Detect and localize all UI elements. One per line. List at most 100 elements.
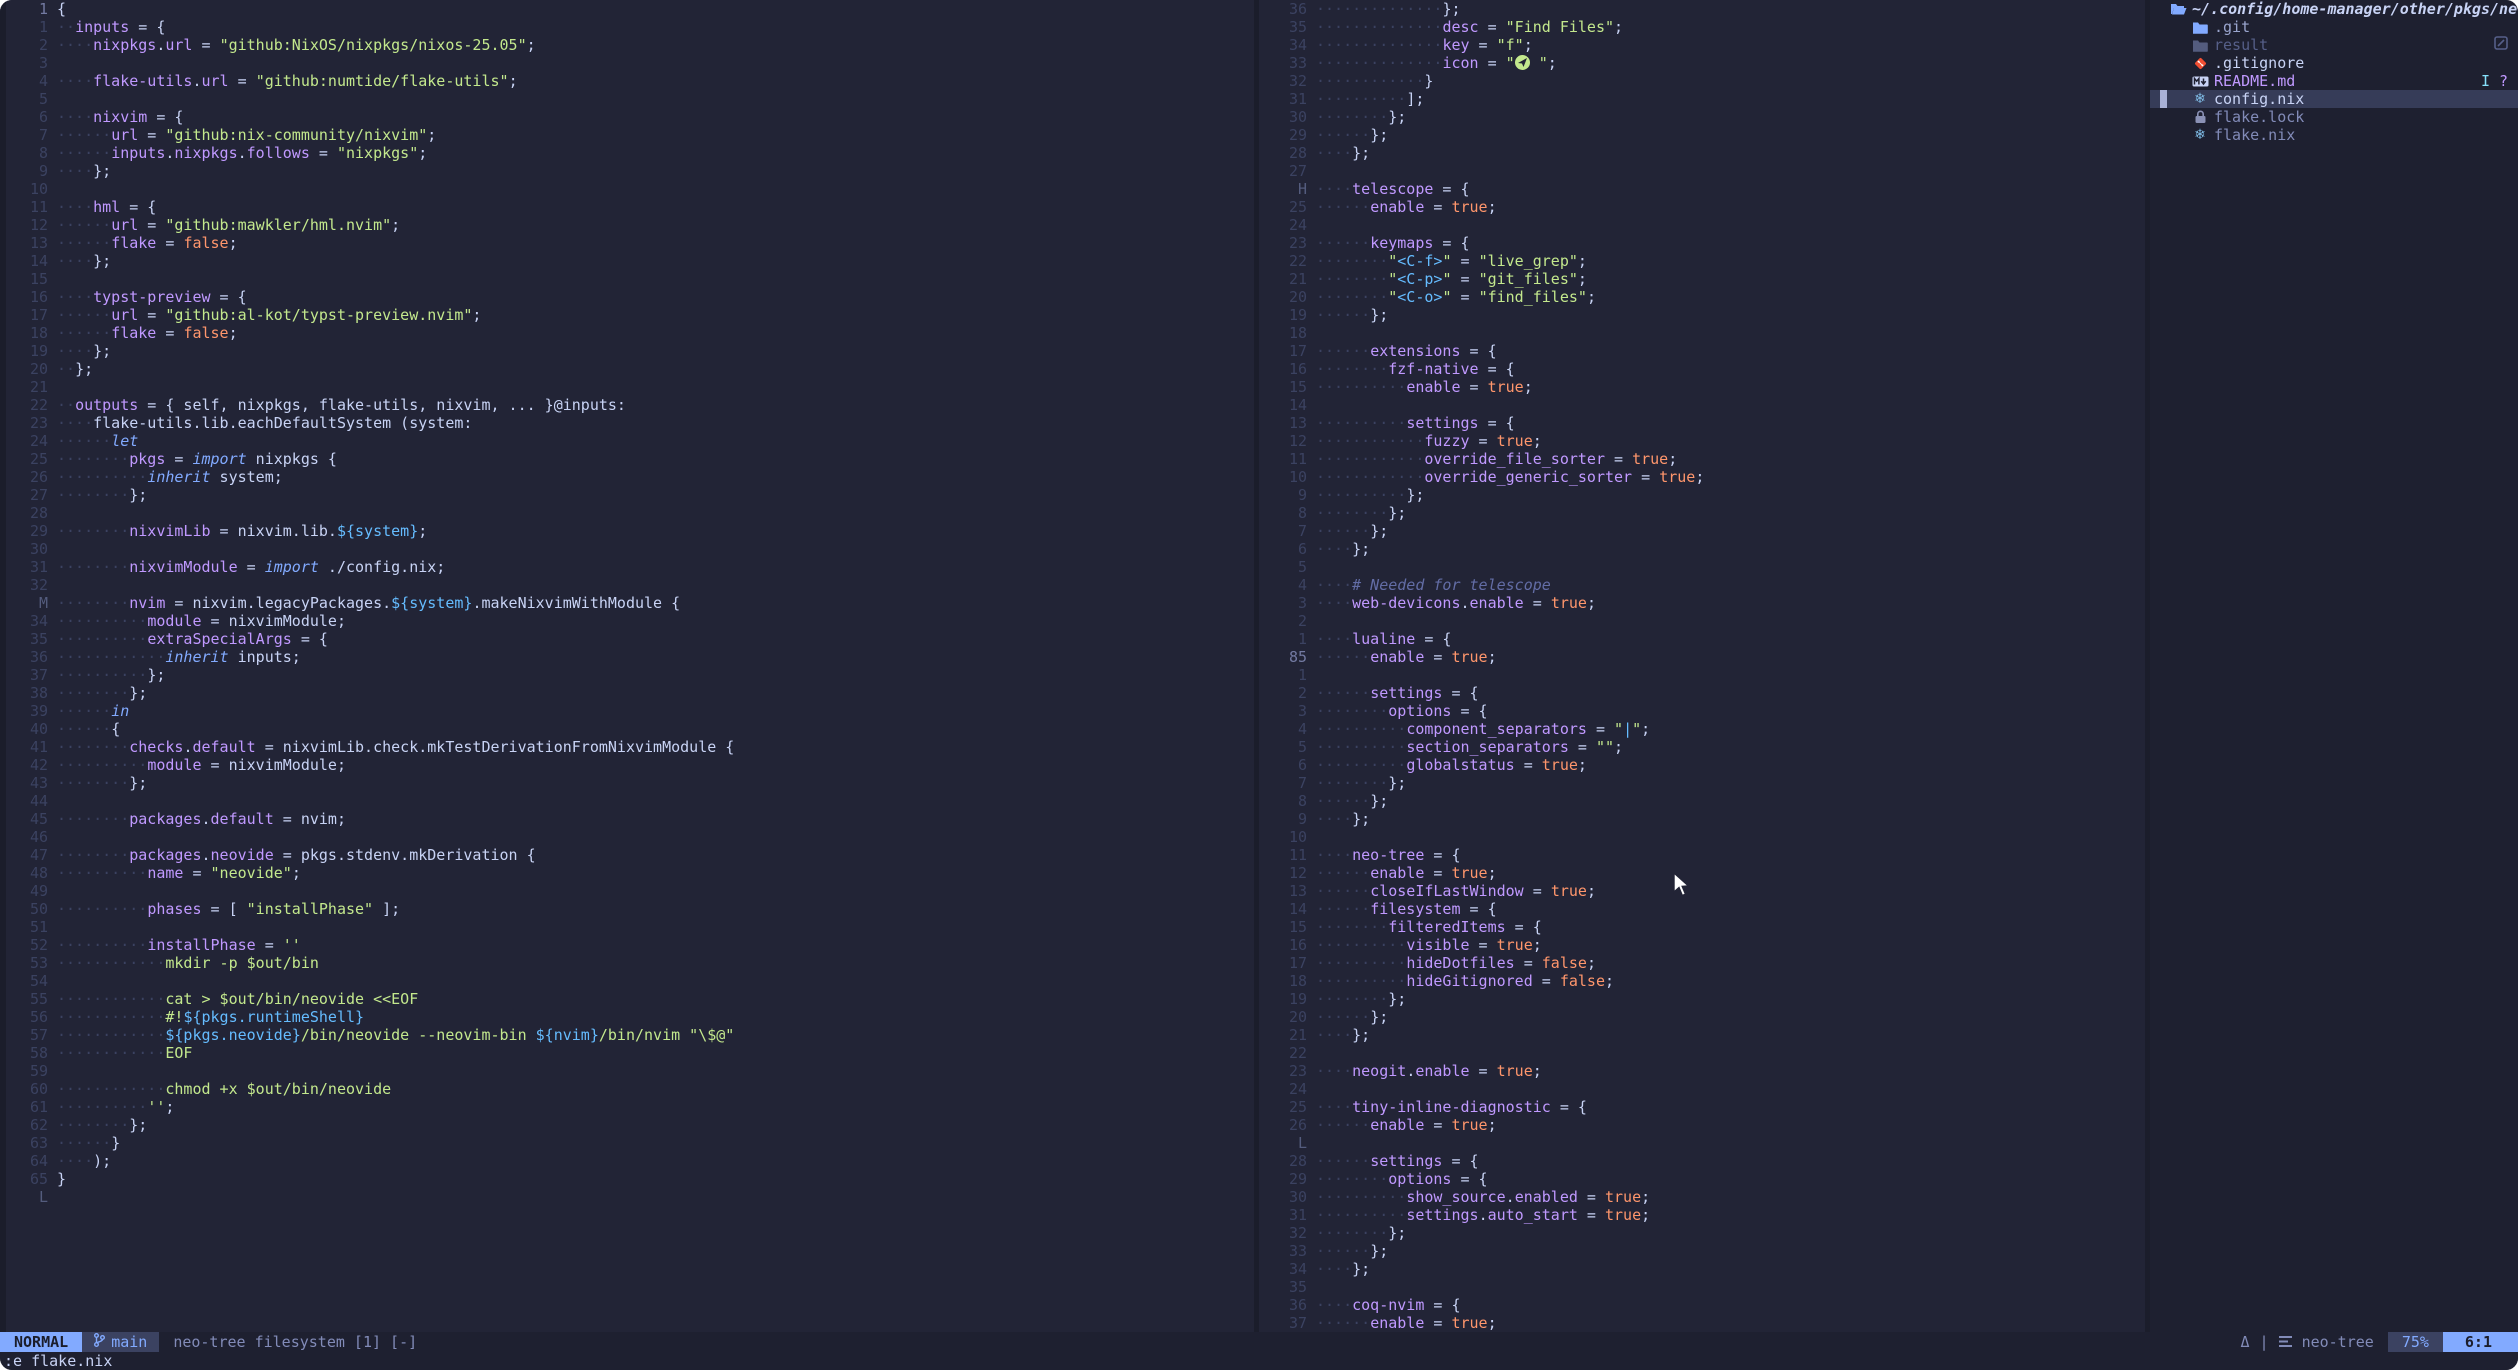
code-line[interactable]: 25········pkgs = import nixpkgs {: [0, 450, 1254, 468]
code-line[interactable]: 32············}: [1259, 72, 2145, 90]
neo-tree-item--git[interactable]: .git: [2150, 18, 2518, 36]
code-line[interactable]: 1····lualine = {: [1259, 630, 2145, 648]
code-line[interactable]: 4····flake-utils.url = "github:numtide/f…: [0, 72, 1254, 90]
code-line[interactable]: 11············override_file_sorter = tru…: [1259, 450, 2145, 468]
code-line[interactable]: 5: [1259, 558, 2145, 576]
code-line[interactable]: 44: [0, 792, 1254, 810]
code-line[interactable]: 17··········hideDotfiles = false;: [1259, 954, 2145, 972]
code-line[interactable]: 3: [0, 54, 1254, 72]
neo-tree-item-readme-md[interactable]: README.mdI?: [2150, 72, 2518, 90]
code-line[interactable]: 56············#!${pkgs.runtimeShell}: [0, 1008, 1254, 1026]
code-line[interactable]: 21········"<C-p>" = "git_files";: [1259, 270, 2145, 288]
code-line[interactable]: 16····typst-preview = {: [0, 288, 1254, 306]
code-line[interactable]: 21: [0, 378, 1254, 396]
code-line[interactable]: 53············mkdir -p $out/bin: [0, 954, 1254, 972]
code-line[interactable]: 45········packages.default = nvim;: [0, 810, 1254, 828]
code-line[interactable]: 62········};: [0, 1116, 1254, 1134]
code-line[interactable]: 15: [0, 270, 1254, 288]
code-line[interactable]: 34····};: [1259, 1260, 2145, 1278]
code-line[interactable]: 36··············};: [1259, 0, 2145, 18]
code-line[interactable]: 51: [0, 918, 1254, 936]
code-line[interactable]: 58············EOF: [0, 1044, 1254, 1062]
code-line[interactable]: 40······{: [0, 720, 1254, 738]
code-line[interactable]: 2: [1259, 612, 2145, 630]
code-line[interactable]: 25····tiny-inline-diagnostic = {: [1259, 1098, 2145, 1116]
code-line[interactable]: 29······};: [1259, 126, 2145, 144]
code-line[interactable]: 52··········installPhase = '': [0, 936, 1254, 954]
code-line[interactable]: 20··};: [0, 360, 1254, 378]
code-line[interactable]: 30········};: [1259, 108, 2145, 126]
code-line[interactable]: 31··········];: [1259, 90, 2145, 108]
code-line[interactable]: 16··········visible = true;: [1259, 936, 2145, 954]
code-line[interactable]: 12······enable = true;: [1259, 864, 2145, 882]
code-line[interactable]: 1{: [0, 0, 1254, 18]
code-line[interactable]: 5··········section_separators = "";: [1259, 738, 2145, 756]
code-line[interactable]: 36····coq-nvim = {: [1259, 1296, 2145, 1314]
code-line[interactable]: 26··········inherit system;: [0, 468, 1254, 486]
code-line[interactable]: 32········};: [1259, 1224, 2145, 1242]
code-line[interactable]: 57············${pkgs.neovide}/bin/neovid…: [0, 1026, 1254, 1044]
code-line[interactable]: 42··········module = nixvimModule;: [0, 756, 1254, 774]
code-line[interactable]: 24: [1259, 1080, 2145, 1098]
code-line[interactable]: 61··········'';: [0, 1098, 1254, 1116]
code-line[interactable]: 18······flake = false;: [0, 324, 1254, 342]
code-line[interactable]: M········nvim = nixvim.legacyPackages.${…: [0, 594, 1254, 612]
code-line[interactable]: 9····};: [0, 162, 1254, 180]
code-line[interactable]: 8······inputs.nixpkgs.follows = "nixpkgs…: [0, 144, 1254, 162]
code-line[interactable]: 35··········extraSpecialArgs = {: [0, 630, 1254, 648]
neo-tree-panel[interactable]: ~/.config/home-manager/other/pkgs/ne.git…: [2150, 0, 2518, 1332]
code-line[interactable]: 55············cat > $out/bin/neovide <<E…: [0, 990, 1254, 1008]
code-line[interactable]: 29········nixvimLib = nixvim.lib.${syste…: [0, 522, 1254, 540]
code-line[interactable]: 46: [0, 828, 1254, 846]
code-line[interactable]: 18: [1259, 324, 2145, 342]
code-line[interactable]: 11····neo-tree = {: [1259, 846, 2145, 864]
code-line[interactable]: 3········options = {: [1259, 702, 2145, 720]
neo-tree-item-config-nix[interactable]: ❄config.nix: [2150, 90, 2518, 108]
code-line[interactable]: 28: [0, 504, 1254, 522]
code-line[interactable]: 27········};: [0, 486, 1254, 504]
neo-tree-item-flake-lock[interactable]: flake.lock: [2150, 108, 2518, 126]
code-line[interactable]: 6····nixvim = {: [0, 108, 1254, 126]
code-line[interactable]: 22········"<C-f>" = "live_grep";: [1259, 252, 2145, 270]
code-line[interactable]: 25······enable = true;: [1259, 198, 2145, 216]
code-line[interactable]: 37······enable = true;: [1259, 1314, 2145, 1332]
code-line[interactable]: 10: [0, 180, 1254, 198]
editor-pane-flake-nix[interactable]: 1{1··inputs = {2····nixpkgs.url = "githu…: [0, 0, 1254, 1332]
code-line[interactable]: 24······let: [0, 432, 1254, 450]
code-line[interactable]: 9··········};: [1259, 486, 2145, 504]
code-line[interactable]: 60············chmod +x $out/bin/neovide: [0, 1080, 1254, 1098]
code-line[interactable]: 13······flake = false;: [0, 234, 1254, 252]
code-line[interactable]: 10: [1259, 828, 2145, 846]
code-line[interactable]: 47········packages.neovide = pkgs.stdenv…: [0, 846, 1254, 864]
code-line[interactable]: 15··········enable = true;: [1259, 378, 2145, 396]
neo-tree-item-result[interactable]: result: [2150, 36, 2518, 54]
code-line[interactable]: 33······};: [1259, 1242, 2145, 1260]
code-line[interactable]: 35··············desc = "Find Files";: [1259, 18, 2145, 36]
code-line[interactable]: 10············override_generic_sorter = …: [1259, 468, 2145, 486]
code-line[interactable]: 30··········show_source.enabled = true;: [1259, 1188, 2145, 1206]
code-line[interactable]: L: [1259, 1134, 2145, 1152]
code-line[interactable]: 28····};: [1259, 144, 2145, 162]
code-line[interactable]: H····telescope = {: [1259, 180, 2145, 198]
code-line[interactable]: 4··········component_separators = "|";: [1259, 720, 2145, 738]
code-line[interactable]: L: [0, 1188, 1254, 1206]
code-line[interactable]: 19····};: [0, 342, 1254, 360]
code-line[interactable]: 64····);: [0, 1152, 1254, 1170]
code-line[interactable]: 29········options = {: [1259, 1170, 2145, 1188]
code-line[interactable]: 20······};: [1259, 1008, 2145, 1026]
code-line[interactable]: 9····};: [1259, 810, 2145, 828]
code-line[interactable]: 17······url = "github:al-kot/typst-previ…: [0, 306, 1254, 324]
code-line[interactable]: 23····neogit.enable = true;: [1259, 1062, 2145, 1080]
code-line[interactable]: 18··········hideGitignored = false;: [1259, 972, 2145, 990]
code-line[interactable]: 2······settings = {: [1259, 684, 2145, 702]
code-line[interactable]: 35: [1259, 1278, 2145, 1296]
code-line[interactable]: 12············fuzzy = true;: [1259, 432, 2145, 450]
code-line[interactable]: 6··········globalstatus = true;: [1259, 756, 2145, 774]
code-line[interactable]: 28······settings = {: [1259, 1152, 2145, 1170]
code-line[interactable]: 14····};: [0, 252, 1254, 270]
code-line[interactable]: 32: [0, 576, 1254, 594]
code-line[interactable]: 43········};: [0, 774, 1254, 792]
code-line[interactable]: 22··outputs = { self, nixpkgs, flake-uti…: [0, 396, 1254, 414]
code-line[interactable]: 12······url = "github:mawkler/hml.nvim";: [0, 216, 1254, 234]
code-line[interactable]: 34··········module = nixvimModule;: [0, 612, 1254, 630]
